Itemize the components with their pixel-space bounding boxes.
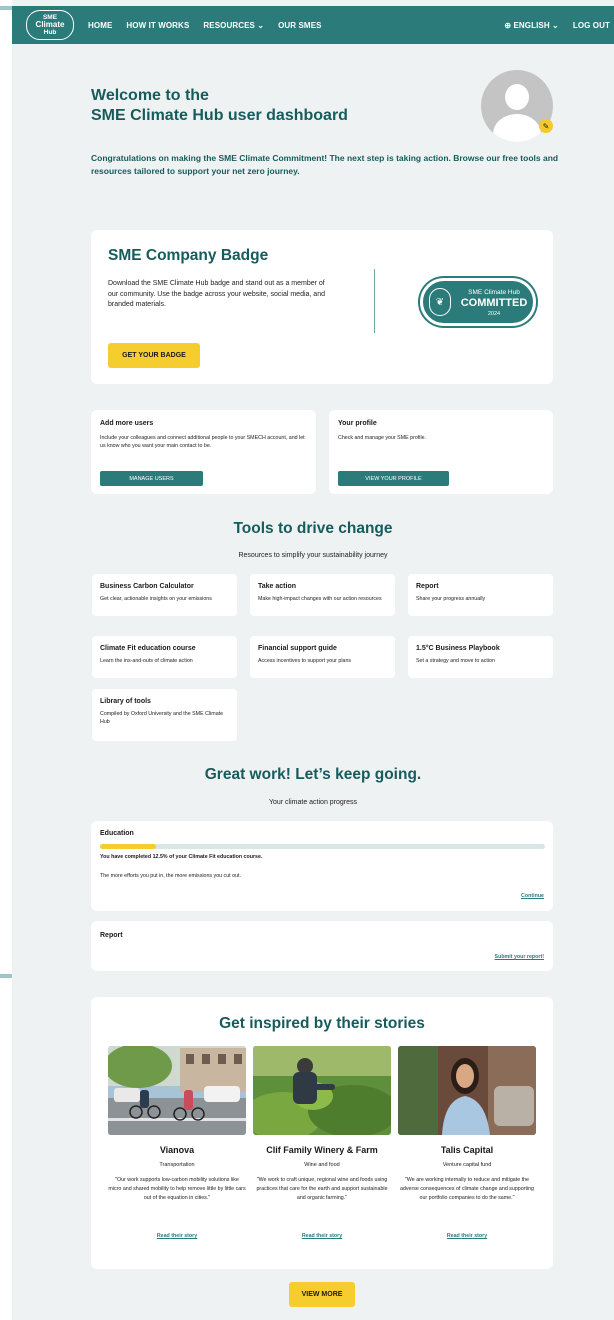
nav-how-it-works[interactable]: HOW IT WORKS	[126, 21, 189, 30]
committed-badge: ❦ SME Climate Hub COMMITTED 2024	[420, 278, 536, 326]
view-profile-button[interactable]: VIEW YOUR PROFILE	[338, 471, 449, 486]
progress-heading: Great work! Let’s keep going.	[204, 766, 422, 783]
avatar-body-shape	[493, 114, 541, 142]
tool-desc: Make high-impact changes with our action…	[258, 596, 382, 602]
add-users-card: Add more users Include your colleagues a…	[91, 410, 316, 494]
tool-card[interactable]: 1.5°C Business Playbook Set a strategy a…	[408, 636, 553, 678]
nav-resources[interactable]: RESOURCES ⌄	[203, 21, 264, 30]
story-photo-bikes	[108, 1046, 246, 1135]
divider	[374, 269, 375, 333]
side-marker	[0, 974, 12, 978]
tool-desc: Get clear, actionable insights on your e…	[100, 596, 212, 602]
progress-note: The more efforts you put in, the more em…	[100, 873, 241, 879]
stories-heading: Get inspired by their stories	[219, 1015, 425, 1032]
tool-desc: Learn the ins-and-outs of climate action	[100, 658, 193, 664]
tool-title: Report	[416, 583, 439, 590]
story-name: Vianova	[159, 1145, 195, 1155]
progress-subheading: Your climate action progress	[268, 799, 358, 806]
title-line: Welcome to the	[91, 87, 209, 104]
tool-card[interactable]: Take action Make high-impact changes wit…	[250, 574, 395, 616]
stories-section: Get inspired by their stories Vianova Tr…	[91, 997, 553, 1269]
tool-title: Business Carbon Calculator	[100, 583, 194, 590]
leaf-icon: ❦	[429, 288, 451, 316]
education-progress-card: Education You have completed 12.5% of yo…	[91, 821, 553, 911]
tool-title: Financial support guide	[258, 645, 337, 652]
tool-title: Library of tools	[100, 698, 151, 705]
story-card: Vianova Transportation "Our work support…	[108, 1046, 246, 1239]
tools-subheading: Resources to simplify your sustainabilit…	[238, 552, 388, 559]
story-quote: "Our work supports low-carbon mobility s…	[108, 1177, 246, 1201]
logo-text: Hub	[43, 29, 57, 36]
logo-text: Climate	[35, 20, 65, 29]
badge-org: SME Climate Hub	[468, 289, 520, 296]
view-more-button[interactable]: VIEW MORE	[289, 1282, 355, 1307]
tool-desc: Set a strategy and move to action	[416, 658, 495, 664]
tools-heading: Tools to drive change	[233, 520, 393, 537]
title-line: SME Climate Hub user dashboard	[91, 107, 348, 124]
card-text: Include your colleagues and connect addi…	[100, 435, 305, 449]
tool-card[interactable]: Financial support guide Access incentive…	[250, 636, 395, 678]
edit-pencil-icon[interactable]: ✎	[539, 119, 553, 133]
read-story-link[interactable]: Read their story	[398, 1233, 536, 1239]
badge-year: 2024	[487, 311, 501, 317]
badge-title: SME Company Badge	[108, 247, 269, 264]
story-category: Transportation	[159, 1162, 195, 1168]
tool-card[interactable]: Climate Fit education course Learn the i…	[92, 636, 237, 678]
tool-desc: Access incentives to support your plans	[258, 658, 352, 664]
completion-text: You have completed 12.5% of your Climate…	[100, 854, 263, 860]
congrats-text: Congratulations on making the SME Climat…	[91, 153, 559, 176]
badge-status: COMMITTED	[460, 297, 528, 309]
tool-card[interactable]: Business Carbon Calculator Get clear, ac…	[92, 574, 237, 616]
nav-our-smes[interactable]: OUR SMES	[278, 21, 321, 30]
get-badge-button[interactable]: GET YOUR BADGE	[108, 343, 200, 368]
read-story-link[interactable]: Read their story	[108, 1233, 246, 1239]
badge-description: Download the SME Climate Hub badge and s…	[108, 280, 325, 308]
side-marker	[0, 6, 12, 10]
card-text: Check and manage your SME profile.	[338, 435, 427, 441]
tool-desc: Share your progress annually	[416, 596, 486, 602]
tool-title: Climate Fit education course	[100, 645, 196, 652]
page-title: Welcome to the SME Climate Hub user dash…	[91, 86, 348, 126]
story-category: Venture capital fund	[442, 1162, 492, 1168]
story-card: Clif Family Winery & Farm Wine and food …	[253, 1046, 391, 1239]
tool-title: Take action	[258, 583, 296, 590]
education-title: Education	[100, 830, 134, 837]
report-title: Report	[100, 932, 123, 939]
tool-title: 1.5°C Business Playbook	[416, 645, 500, 652]
logout-link[interactable]: LOG OUT	[573, 21, 610, 30]
story-photo-person	[398, 1046, 536, 1135]
card-title: Your profile	[338, 420, 377, 427]
card-title: Add more users	[100, 420, 154, 427]
tool-card[interactable]: Report Share your progress annually	[408, 574, 553, 616]
manage-users-button[interactable]: MANAGE USERS	[100, 471, 203, 486]
education-progress-bar	[100, 844, 545, 849]
story-category: Wine and food	[304, 1162, 340, 1168]
story-name: Clif Family Winery & Farm	[266, 1145, 378, 1155]
report-progress-card: Report Submit your report!	[91, 921, 553, 971]
story-photo-farm	[253, 1046, 391, 1135]
continue-link[interactable]: Continue	[521, 893, 544, 899]
badge-card: SME Company Badge Download the SME Clima…	[91, 230, 553, 384]
tool-card[interactable]: Library of tools Compiled by Oxford Univ…	[92, 689, 237, 741]
language-selector[interactable]: ⊕ ENGLISH ⌄	[504, 21, 559, 30]
submit-report-link[interactable]: Submit your report!	[495, 954, 544, 960]
tool-desc: Compiled by Oxford University and the SM…	[100, 711, 224, 725]
top-nav: SME Climate Hub HOME HOW IT WORKS RESOUR…	[12, 6, 614, 44]
sme-climate-hub-logo[interactable]: SME Climate Hub	[26, 10, 74, 40]
read-story-link[interactable]: Read their story	[253, 1233, 391, 1239]
story-name: Talis Capital	[440, 1145, 494, 1155]
avatar-head-shape	[505, 84, 529, 110]
story-quote: "We work to craft unique, regional wine …	[256, 1177, 388, 1201]
progress-fill	[100, 844, 156, 849]
profile-card: Your profile Check and manage your SME p…	[329, 410, 553, 494]
nav-home[interactable]: HOME	[88, 21, 112, 30]
story-quote: "We are working internally to reduce and…	[400, 1177, 534, 1201]
story-card: Talis Capital Venture capital fund "We a…	[398, 1046, 536, 1239]
